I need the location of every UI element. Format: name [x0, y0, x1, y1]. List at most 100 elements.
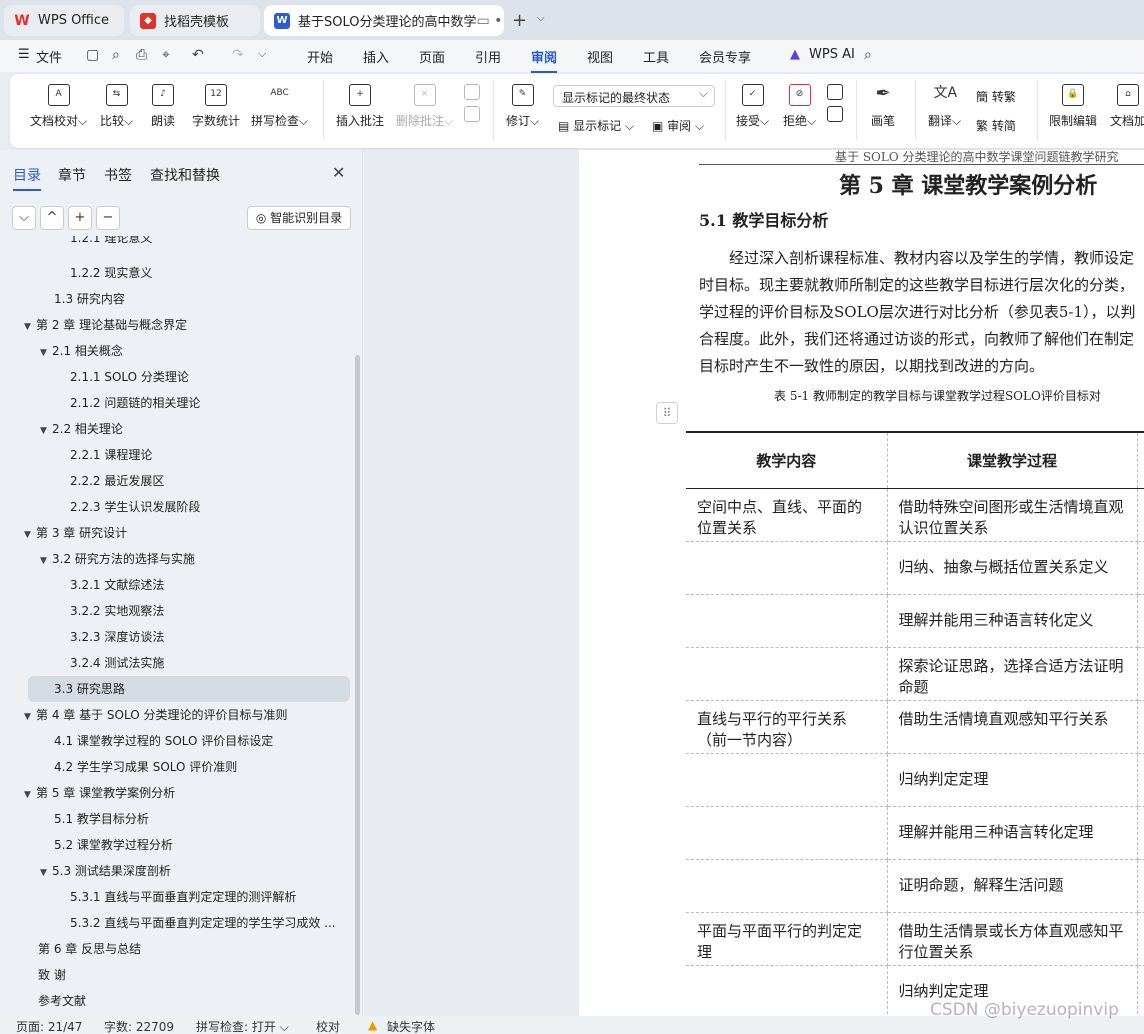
menu-file[interactable]: 文件 [36, 47, 62, 66]
delete-comment-button[interactable]: × 删除批注⌵ [396, 84, 453, 129]
insert-comment-button[interactable]: + 插入批注 [336, 84, 384, 129]
word-count-button[interactable]: 12 字数统计 [192, 84, 240, 129]
toc-item[interactable]: 参考文献 [0, 988, 352, 1014]
toc-item[interactable]: ▼ 第 2 章 理论基础与概念界定 [0, 312, 352, 338]
add-heading-icon[interactable]: + [68, 206, 92, 230]
accept-button[interactable]: ✓ 接受⌵ [736, 84, 769, 129]
tab-template[interactable]: ◆ 找稻壳模板 [130, 5, 260, 36]
proofread-status[interactable]: 校对 [316, 1018, 340, 1034]
tab-find-replace[interactable]: 查找和替换 [150, 165, 220, 185]
toc-item[interactable]: 3.2.1 文献综述法 [0, 572, 352, 598]
menu-page[interactable]: 页面 [419, 47, 445, 66]
toc-item[interactable]: 致 谢 [0, 962, 352, 988]
toc-item[interactable]: 1.2.1 理论意义 [0, 236, 352, 250]
toc-item[interactable]: 5.3.1 直线与平面垂直判定定理的测评解析 [0, 884, 352, 910]
toc-item[interactable]: 2.1.2 问题链的相关理论 [0, 390, 352, 416]
comment-nav-buttons[interactable] [464, 84, 480, 128]
toc-item[interactable]: ▼ 2.2 相关理论 [0, 416, 352, 442]
compare-button[interactable]: ⇆ 比较⌵ [100, 84, 133, 129]
menu-view[interactable]: 视图 [587, 47, 613, 66]
review-pane-button[interactable]: ▣ 审阅 ⌵ [652, 117, 704, 134]
tab-chapters[interactable]: 章节 [58, 165, 86, 185]
hamburger-icon[interactable]: ☰ [18, 47, 30, 62]
document-area[interactable]: 基于 SOLO 分类理论的高中数学课堂问题链教学研究 第 5 章 课堂教学案例分… [364, 150, 1144, 1016]
doc-encrypt-button[interactable]: ⌂ 文档加 [1110, 84, 1144, 129]
show-markup-button[interactable]: ▤ 显示标记 ⌵ [558, 117, 634, 134]
toc-item[interactable]: 2.2.2 最近发展区 [0, 468, 352, 494]
toc-item[interactable]: ▼ 2.1 相关概念 [0, 338, 352, 364]
expand-arrow-icon[interactable]: ▼ [40, 548, 52, 574]
restrict-edit-button[interactable]: 🔒 限制编辑 [1049, 84, 1097, 129]
tab-status-dot-icon[interactable]: ▭ • [477, 13, 503, 29]
menu-insert[interactable]: 插入 [363, 47, 389, 66]
undo-icon[interactable]: ↶ [192, 47, 204, 63]
toc-item[interactable]: 5.1 教学目标分析 [0, 806, 352, 832]
expand-arrow-icon[interactable]: ▼ [40, 340, 52, 366]
page-indicator[interactable]: 页面: 21/47 [16, 1018, 82, 1034]
menu-tools[interactable]: 工具 [643, 47, 669, 66]
redo-icon[interactable]: ↷ [232, 47, 244, 63]
toc-item[interactable]: ▼ 第 5 章 课堂教学案例分析 [0, 780, 352, 806]
toc-item[interactable]: 2.1.1 SOLO 分类理论 [0, 364, 352, 390]
word-count[interactable]: 字数: 22709 [104, 1018, 174, 1034]
quick-access-dropdown-icon[interactable]: ⌵ [258, 47, 266, 61]
reject-button[interactable]: ⊘ 拒绝⌵ [783, 84, 816, 129]
sidebar-scrollbar[interactable] [355, 355, 360, 1015]
read-aloud-button[interactable]: ♪ 朗读 [151, 84, 175, 129]
menu-wps-ai[interactable]: WPS AI [809, 47, 855, 62]
change-nav-buttons[interactable] [827, 84, 843, 128]
markup-state-select[interactable]: 显示标记的最终状态 [553, 85, 715, 107]
revise-button[interactable]: ✎ 修订⌵ [506, 84, 539, 129]
toc-item[interactable]: 1.3 研究内容 [0, 286, 352, 312]
menu-member[interactable]: 会员专享 [699, 47, 751, 66]
doc-check-button[interactable]: A 文档校对⌵ [30, 84, 87, 129]
save-icon[interactable]: ▢ [86, 47, 99, 63]
expand-arrow-icon[interactable]: ▼ [40, 418, 52, 444]
toc-item[interactable]: 2.2.1 课程理论 [0, 442, 352, 468]
toc-item[interactable]: ▼ 第 4 章 基于 SOLO 分类理论的评价目标与准则 [0, 702, 352, 728]
toc-item[interactable]: 5.3.2 直线与平面垂直判定定理的学生学习成效 ... [0, 910, 352, 936]
toc-item[interactable]: 5.2 课堂教学过程分析 [0, 832, 352, 858]
collapse-up-icon[interactable]: ^ [40, 206, 64, 230]
tab-toc[interactable]: 目录 [13, 165, 41, 191]
spell-check-status[interactable]: 拼写检查: 打开 ⌵ [196, 1018, 289, 1034]
print-preview-icon[interactable]: ⌖ [162, 47, 170, 63]
close-icon[interactable]: ✕ [332, 163, 345, 182]
expand-arrow-icon[interactable]: ▼ [24, 782, 36, 808]
toc-item[interactable]: 2.2.3 学生认识发展阶段 [0, 494, 352, 520]
table-drag-handle-icon[interactable]: ⠿ [656, 402, 678, 424]
missing-font-status[interactable]: 缺失字体 [387, 1018, 435, 1034]
toc-item[interactable]: 4.1 课堂教学过程的 SOLO 评价目标设定 [0, 728, 352, 754]
to-simplified-button[interactable]: 繁 转简 [976, 117, 1016, 134]
share-icon[interactable]: ⌕ [112, 47, 120, 63]
tab-bookmarks[interactable]: 书签 [104, 165, 132, 185]
document-page[interactable]: 基于 SOLO 分类理论的高中数学课堂问题链教学研究 第 5 章 课堂教学案例分… [579, 150, 1144, 1016]
print-icon[interactable]: ⎙ [136, 47, 147, 63]
toc-item[interactable]: ▼ 5.3 测试结果深度剖析 [0, 858, 352, 884]
search-icon[interactable]: ⌕ [864, 47, 872, 63]
expand-arrow-icon[interactable]: ▼ [40, 860, 52, 886]
toc-item[interactable]: 1.2.2 现实意义 [0, 260, 352, 286]
spell-check-button[interactable]: ABC 拼写检查⌵ [251, 84, 308, 129]
toc-item[interactable]: 3.2.3 深度访谈法 [0, 624, 352, 650]
new-tab-plus-icon[interactable]: + [512, 10, 527, 31]
toc-item[interactable]: 第 6 章 反思与总结 [0, 936, 352, 962]
to-traditional-button[interactable]: 簡 转繁 [976, 88, 1016, 105]
expand-arrow-icon[interactable]: ▼ [24, 522, 36, 548]
toc-item-selected[interactable]: 3.3 研究思路 [28, 676, 350, 702]
pen-button[interactable]: ✒ 画笔 [871, 84, 895, 129]
tab-wps-office[interactable]: W WPS Office [4, 5, 124, 36]
translate-button[interactable]: 文A 翻译⌵ [928, 84, 961, 129]
remove-heading-icon[interactable]: − [96, 206, 120, 230]
chevron-down-icon[interactable]: ⌵ [537, 13, 545, 24]
menu-review[interactable]: 审阅 [531, 47, 558, 73]
toc-item[interactable]: 3.2.4 测试法实施 [0, 650, 352, 676]
collapse-down-icon[interactable]: ⌵ [12, 206, 36, 230]
smart-toc-button[interactable]: ◎ 智能识别目录 [247, 206, 351, 230]
menu-start[interactable]: 开始 [307, 47, 333, 66]
toc-item[interactable]: 4.2 学生学习成果 SOLO 评价准则 [0, 754, 352, 780]
tab-document[interactable]: W 基于SOLO分类理论的高中数学 ▭ • [264, 5, 504, 36]
expand-arrow-icon[interactable]: ▼ [24, 704, 36, 730]
toc-item[interactable]: ▼ 第 3 章 研究设计 [0, 520, 352, 546]
toc-item[interactable]: ▼ 3.2 研究方法的选择与实施 [0, 546, 352, 572]
